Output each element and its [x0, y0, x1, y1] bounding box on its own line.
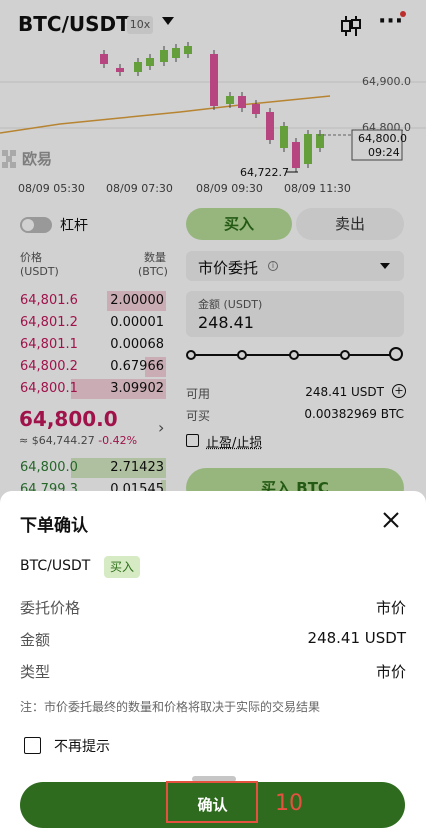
sheet-title: 下单确认	[20, 516, 88, 536]
info-key: 委托价格	[20, 599, 81, 617]
sheet-pair: BTC/USDT	[20, 558, 91, 574]
no-remind-checkbox[interactable]	[24, 737, 41, 754]
info-value: 248.41 USDT	[307, 629, 406, 647]
info-key: 金额	[20, 631, 51, 649]
step-number: 10	[275, 791, 303, 816]
order-confirm-sheet: 下单确认 BTC/USDT 买入 委托价格 市价 金额 248.41 USDT …	[0, 491, 426, 838]
sheet-note: 注：市价委托最终的数量和价格将取决于实际的交易结果	[20, 700, 321, 714]
side-badge: 买入	[104, 556, 140, 578]
info-key: 类型	[20, 663, 51, 681]
highlight-box	[166, 781, 258, 823]
no-remind-label[interactable]: 不再提示	[54, 736, 110, 756]
info-value: 市价	[375, 663, 406, 681]
close-icon[interactable]	[381, 510, 401, 530]
info-value: 市价	[375, 599, 406, 617]
